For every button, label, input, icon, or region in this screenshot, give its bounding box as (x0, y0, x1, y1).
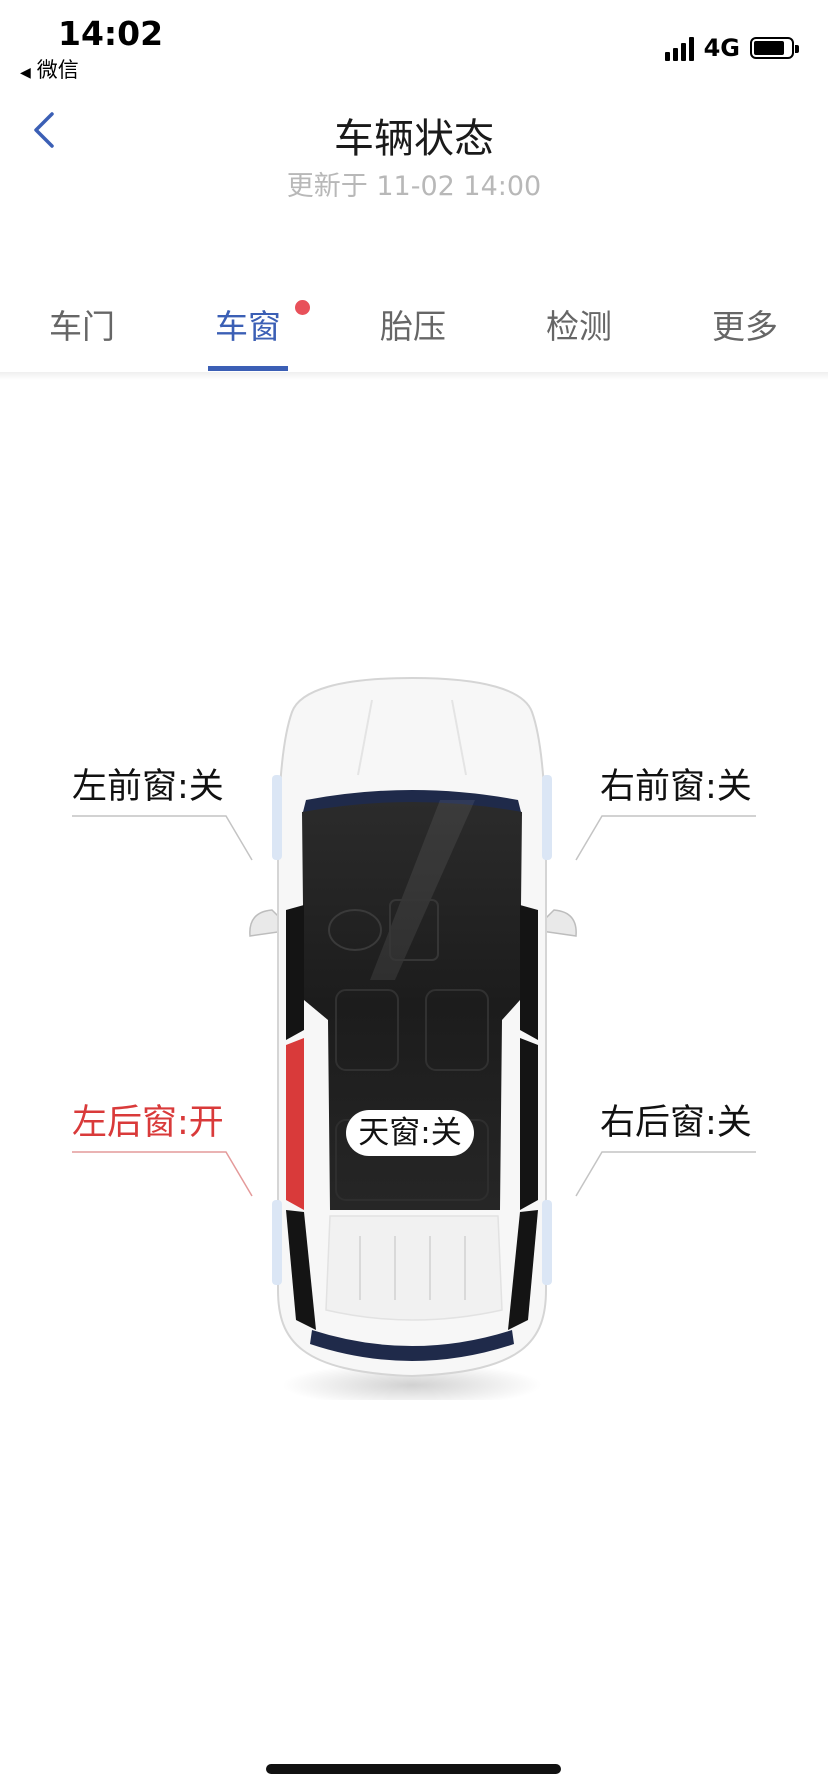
back-triangle-icon: ◀ (20, 65, 31, 81)
tab-more[interactable]: 更多 (685, 300, 805, 348)
rear-right-window-glass (520, 1038, 538, 1210)
front-left-leader (72, 815, 253, 861)
status-indicators: 4G (664, 32, 799, 64)
rear-right-window-status: 右后窗:关 (600, 1103, 752, 1143)
tab-windows[interactable]: 车窗 (188, 300, 308, 348)
back-app-label: 微信 (36, 58, 79, 82)
right-rear-light (542, 1200, 552, 1285)
tab-tire-pressure[interactable]: 胎压 (353, 300, 473, 348)
front-left-window-status: 左前窗:关 (72, 767, 224, 807)
front-left-window-glass (286, 905, 304, 1040)
tab-bar: 车门 车窗 胎压 检测 更多 (0, 300, 828, 372)
network-type: 4G (703, 34, 740, 62)
left-rear-light (272, 1200, 282, 1285)
tab-doors[interactable]: 车门 (22, 300, 142, 348)
home-indicator[interactable] (266, 1764, 561, 1774)
rear-right-leader (575, 1151, 756, 1197)
tab-windows-badge (295, 300, 310, 315)
tab-bar-shadow (0, 372, 828, 380)
rear-left-window-glass (286, 1038, 304, 1210)
back-to-app[interactable]: ◀ 微信 (20, 54, 79, 84)
status-time: 14:02 (58, 14, 164, 53)
update-time: 更新于 11-02 14:00 (286, 171, 542, 202)
front-right-leader (575, 815, 756, 861)
left-front-light (272, 775, 282, 860)
right-front-light (542, 775, 552, 860)
page-title: 车辆状态 (334, 116, 494, 162)
active-tab-indicator (208, 366, 288, 371)
tab-inspection[interactable]: 检测 (519, 300, 639, 348)
front-right-window-status: 右前窗:关 (600, 767, 752, 807)
rear-deck (325, 1215, 503, 1321)
rear-left-leader (72, 1151, 253, 1197)
front-right-window-glass (520, 905, 538, 1040)
signal-icon (664, 35, 694, 61)
battery-icon (750, 37, 799, 59)
rear-left-window-status: 左后窗:开 (72, 1103, 224, 1143)
sunroof-status: 天窗:关 (346, 1110, 474, 1156)
vehicle-status-page: 14:02 ◀ 微信 4G 车辆状态 更新于 11-02 14:00 车门 车窗 … (0, 0, 828, 1792)
